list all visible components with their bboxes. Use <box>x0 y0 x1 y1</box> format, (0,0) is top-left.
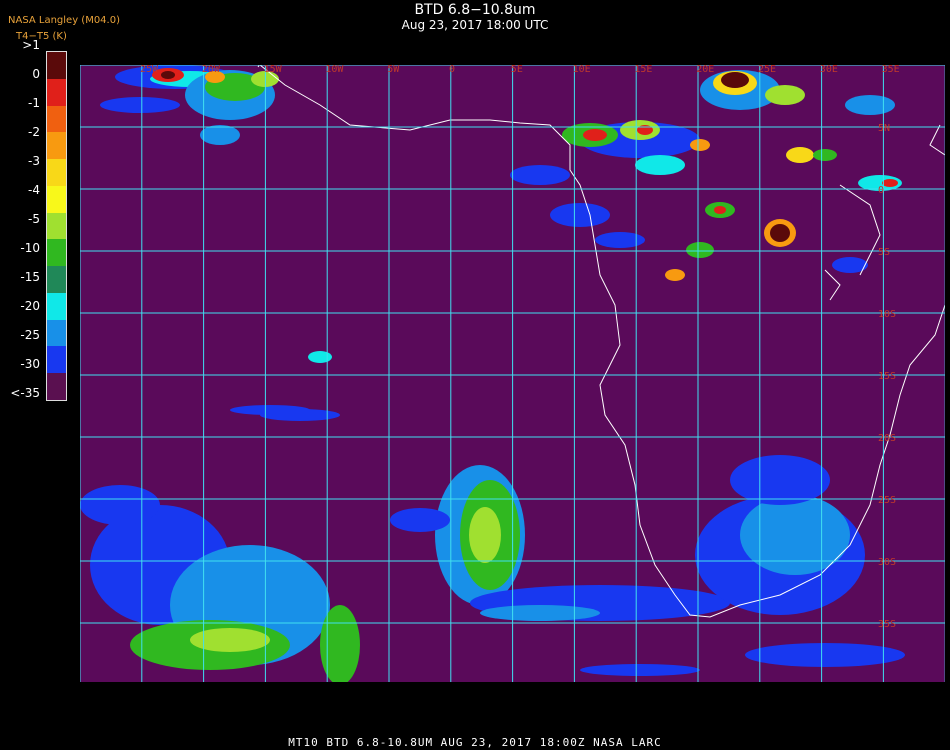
latitude-label: 5N <box>878 123 890 134</box>
legend-label: -25 <box>20 328 40 342</box>
latitude-label: 15S <box>878 371 896 382</box>
longitude-label: 15E <box>634 65 652 75</box>
legend-label: -15 <box>20 270 40 284</box>
legend-label: -30 <box>20 357 40 371</box>
legend-swatch <box>47 105 66 133</box>
legend-swatch <box>47 132 66 160</box>
legend-label: >1 <box>22 38 40 52</box>
legend-swatch <box>47 185 66 214</box>
latitude-label: 0 <box>878 185 884 196</box>
legend-swatch <box>47 292 66 321</box>
latitude-label: 10S <box>878 309 896 320</box>
longitude-label: 5E <box>511 65 523 75</box>
legend-label: -20 <box>20 299 40 313</box>
image-title: BTD 6.8−10.8um <box>414 2 536 18</box>
longitude-label: 25W <box>140 65 159 75</box>
latitude-label: 40S <box>878 681 896 682</box>
legend-swatch <box>47 266 66 294</box>
latitude-label: 30S <box>878 557 896 568</box>
longitude-label: 30E <box>820 65 838 75</box>
longitude-label: 0 <box>449 65 455 75</box>
longitude-label: 35E <box>882 65 900 75</box>
legend-label: -10 <box>20 241 40 255</box>
legend-swatch <box>47 373 66 401</box>
latitude-label: 20S <box>878 433 896 444</box>
legend-label: <-35 <box>10 386 40 400</box>
image-timestamp: Aug 23, 2017 18:00 UTC <box>401 18 549 32</box>
credit-label: NASA Langley (M04.0) <box>8 15 120 26</box>
legend-swatch <box>47 346 66 374</box>
legend-label: -1 <box>28 96 40 110</box>
legend-label: -5 <box>28 212 40 226</box>
footer-caption: MT10 BTD 6.8-10.8UM AUG 23, 2017 18:00Z … <box>288 736 662 749</box>
satellite-map: 25W 20W 15W 10W 5W 0 5E 10E 15E 20E 25E 30E 35E 5N 0 5… <box>80 65 945 682</box>
legend-swatch <box>47 212 66 240</box>
color-legend <box>46 51 67 401</box>
legend-label: 0 <box>32 67 40 81</box>
longitude-label: 10E <box>573 65 591 75</box>
longitude-label: 20W <box>202 65 221 75</box>
longitude-label: 20E <box>696 65 714 75</box>
legend-label: -4 <box>28 183 40 197</box>
legend-label: -3 <box>28 154 40 168</box>
longitude-label: 10W <box>325 65 344 75</box>
latitude-label: 5S <box>878 247 890 258</box>
legend-swatch <box>47 52 66 80</box>
longitude-label: 5W <box>387 65 400 75</box>
legend-swatch <box>47 319 66 347</box>
legend-swatch <box>47 78 66 107</box>
legend-swatch <box>47 239 66 267</box>
legend-swatch <box>47 159 66 187</box>
legend-label: -2 <box>28 125 40 139</box>
latitude-label: 25S <box>878 495 896 506</box>
longitude-label: 25E <box>758 65 776 75</box>
latitude-label: 35S <box>878 619 896 630</box>
longitude-label: 15W <box>264 65 283 75</box>
